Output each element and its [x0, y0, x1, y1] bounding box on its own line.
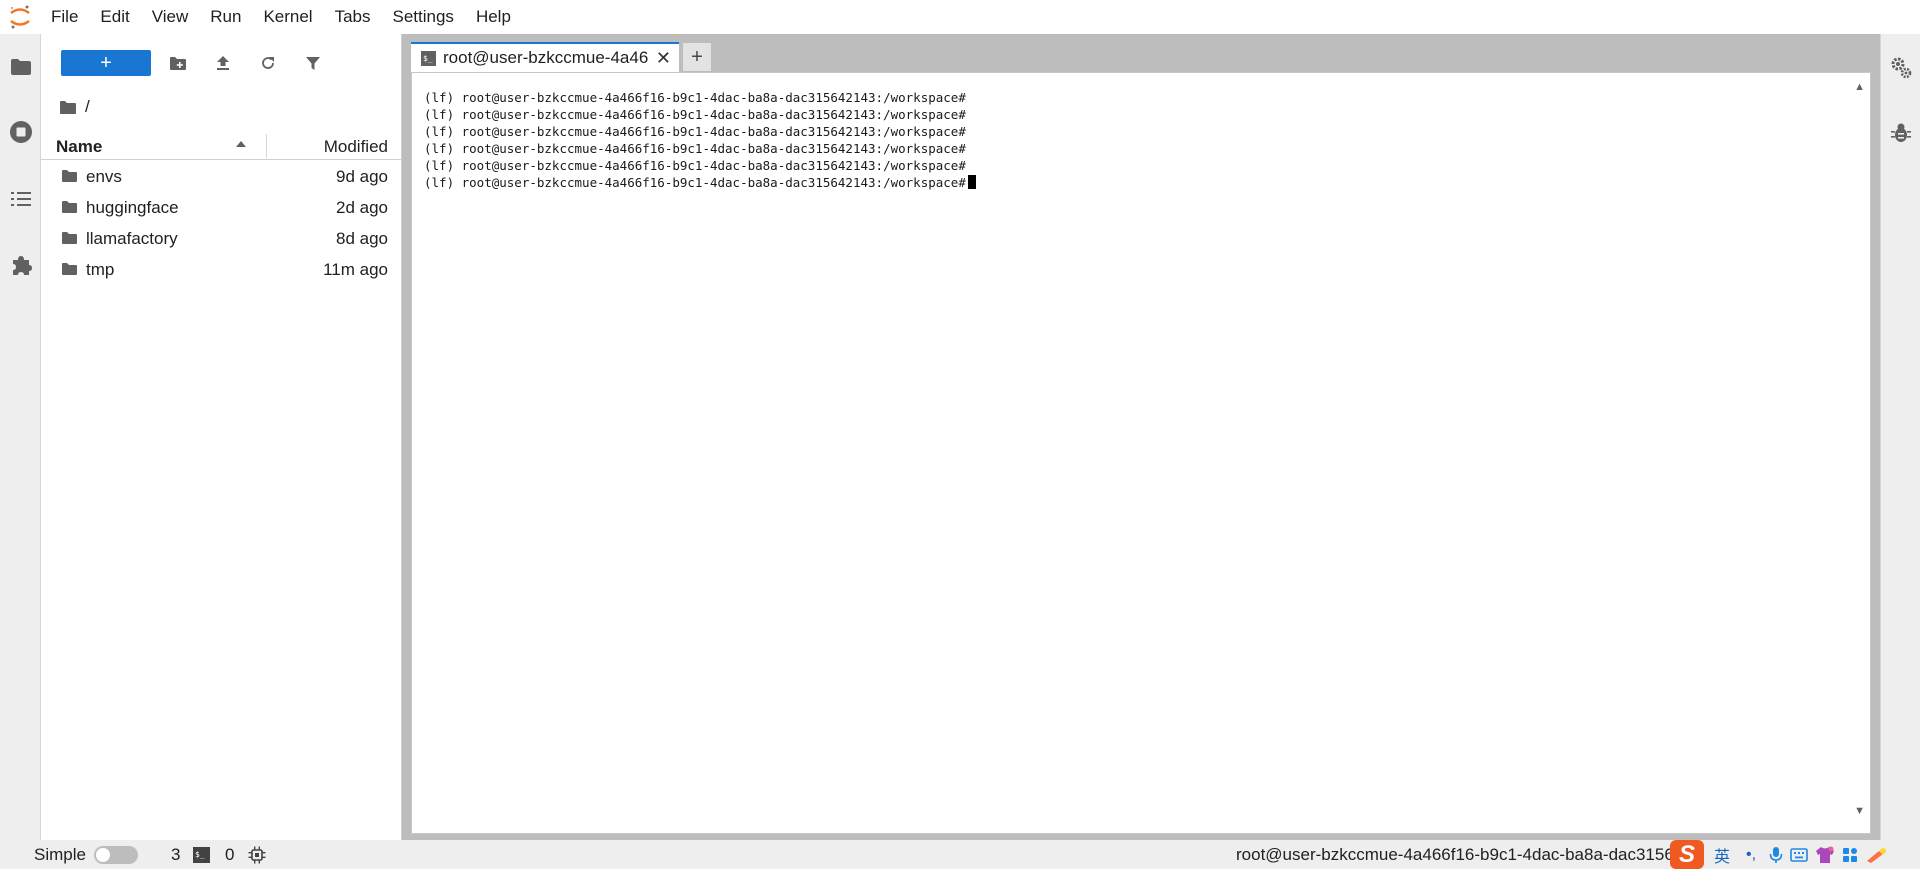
breadcrumb-root[interactable]: / [85, 97, 90, 117]
menu-kernel[interactable]: Kernel [252, 0, 323, 34]
terminal-output[interactable]: (lf) root@user-bzkccmue-4a466f16-b9c1-4d… [424, 89, 976, 191]
list-item[interactable]: tmp 11m ago [41, 254, 402, 285]
terminal-count[interactable]: 0 [225, 845, 234, 865]
menubar: File Edit View Run Kernel Tabs Settings … [0, 0, 1920, 34]
filter-button[interactable] [298, 50, 328, 76]
table-of-contents-icon [10, 192, 31, 206]
tab-bar: $_ root@user-bzkccmue-4a466f16-b9c1-4dac… [402, 34, 1880, 72]
terminal-line: (lf) root@user-bzkccmue-4a466f16-b9c1-4d… [424, 107, 966, 122]
breadcrumb: / [59, 94, 90, 120]
running-icon [9, 121, 32, 143]
add-tab-button[interactable]: + [683, 43, 711, 71]
scroll-down-arrow-icon[interactable]: ▼ [1854, 805, 1865, 817]
upload-icon [217, 56, 229, 70]
debugger-tab[interactable] [1881, 113, 1920, 153]
folder-icon [62, 263, 77, 275]
menu-tabs[interactable]: Tabs [324, 0, 382, 34]
extension-icon [12, 256, 32, 275]
menu-settings[interactable]: Settings [382, 0, 465, 34]
upload-button[interactable] [208, 50, 238, 76]
left-sidebar [0, 34, 41, 840]
column-header-name[interactable]: Name [56, 130, 102, 160]
main-dock-area: $_ root@user-bzkccmue-4a466f16-b9c1-4dac… [402, 34, 1880, 840]
kernel-cpu-icon[interactable] [248, 846, 266, 864]
file-browser-panel: + / Name Modified envs 9d ago huggingfac… [41, 34, 402, 840]
terminal-icon: $_ [421, 50, 436, 66]
tab-terminal[interactable]: $_ root@user-bzkccmue-4a466f16-b9c1-4dac… [411, 42, 679, 72]
ime-punctuation[interactable]: •, [1740, 846, 1762, 864]
menu-view[interactable]: View [141, 0, 200, 34]
sogou-ime-logo[interactable]: S [1670, 840, 1704, 869]
right-sidebar [1880, 34, 1920, 840]
terminal-cursor [967, 175, 976, 189]
file-name: envs [86, 167, 122, 186]
refresh-icon [262, 57, 274, 69]
folder-icon [62, 232, 77, 244]
terminal-line: (lf) root@user-bzkccmue-4a466f16-b9c1-4d… [424, 90, 966, 105]
file-browser-tab[interactable] [0, 47, 41, 87]
filter-icon [306, 56, 320, 70]
menu-run[interactable]: Run [199, 0, 252, 34]
file-modified: 9d ago [336, 167, 388, 186]
refresh-button[interactable] [253, 50, 283, 76]
new-folder-button[interactable] [163, 50, 193, 76]
terminal-line: (lf) root@user-bzkccmue-4a466f16-b9c1-4d… [424, 158, 966, 173]
new-launcher-button[interactable]: + [61, 50, 151, 76]
kernel-count[interactable]: 3 [171, 845, 180, 865]
table-of-contents-tab[interactable] [0, 179, 41, 219]
folder-icon [62, 170, 77, 182]
brush-icon[interactable] [1865, 847, 1887, 863]
new-folder-icon [170, 56, 186, 70]
directory-listing: envs 9d ago huggingface 2d ago llamafact… [41, 161, 402, 285]
file-modified: 2d ago [336, 198, 388, 217]
column-header-modified[interactable]: Modified [324, 130, 388, 160]
jupyter-logo [0, 0, 40, 34]
terminal-line: (lf) root@user-bzkccmue-4a466f16-b9c1-4d… [424, 124, 966, 139]
folder-icon [62, 201, 77, 213]
file-name: huggingface [86, 198, 179, 217]
gears-icon [1891, 57, 1912, 79]
terminal-line: (lf) root@user-bzkccmue-4a466f16-b9c1-4d… [424, 175, 966, 190]
menu-edit[interactable]: Edit [89, 0, 140, 34]
simple-mode-toggle[interactable] [94, 846, 138, 864]
file-name: llamafactory [86, 229, 178, 248]
menu-help[interactable]: Help [465, 0, 522, 34]
extension-manager-tab[interactable] [0, 245, 41, 285]
toolbox-grid-icon[interactable] [1842, 847, 1858, 863]
skin-shirt-icon[interactable] [1815, 846, 1835, 864]
ime-language[interactable]: 英 [1711, 843, 1733, 867]
folder-icon [10, 59, 31, 75]
file-modified: 8d ago [336, 229, 388, 248]
folder-icon[interactable] [59, 100, 77, 115]
active-document-name: root@user-bzkccmue-4a466f16-b9c1-4dac-ba… [1236, 845, 1676, 864]
file-name: tmp [86, 260, 115, 279]
file-browser-toolbar: + [41, 50, 402, 80]
list-item[interactable]: llamafactory 8d ago [41, 223, 402, 254]
keyboard-icon[interactable] [1790, 847, 1808, 862]
ime-toolbar: S 英 •, [1668, 840, 1920, 869]
terminal-line: (lf) root@user-bzkccmue-4a466f16-b9c1-4d… [424, 141, 966, 156]
list-item[interactable]: huggingface 2d ago [41, 192, 402, 223]
property-inspector-tab[interactable] [1881, 48, 1920, 88]
toggle-knob [96, 848, 110, 862]
terminal-panel[interactable]: (lf) root@user-bzkccmue-4a466f16-b9c1-4d… [411, 72, 1871, 834]
running-sessions-tab[interactable] [0, 112, 41, 152]
sort-ascending-icon [236, 141, 246, 147]
terminal-icon: $_ [193, 847, 210, 863]
bug-icon [1891, 123, 1911, 142]
status-bar: Simple 3 $_ 0 root@user-bzkccmue-4a466f1… [0, 840, 1920, 869]
terminal-prompt-line: (lf) root@user-bzkccmue-4a466f16-b9c1-4d… [424, 174, 976, 191]
menu-file[interactable]: File [40, 0, 89, 34]
list-item[interactable]: envs 9d ago [41, 161, 402, 192]
file-modified: 11m ago [323, 260, 388, 279]
listing-header: Name Modified [41, 130, 402, 160]
tab-title: root@user-bzkccmue-4a466f16-b9c1-4dac-ba… [443, 48, 648, 67]
column-divider[interactable] [266, 134, 267, 158]
close-icon[interactable]: ✕ [656, 48, 671, 69]
simple-mode-label: Simple [34, 845, 86, 864]
microphone-icon[interactable] [1769, 846, 1783, 864]
scroll-up-arrow-icon[interactable]: ▲ [1854, 81, 1865, 93]
